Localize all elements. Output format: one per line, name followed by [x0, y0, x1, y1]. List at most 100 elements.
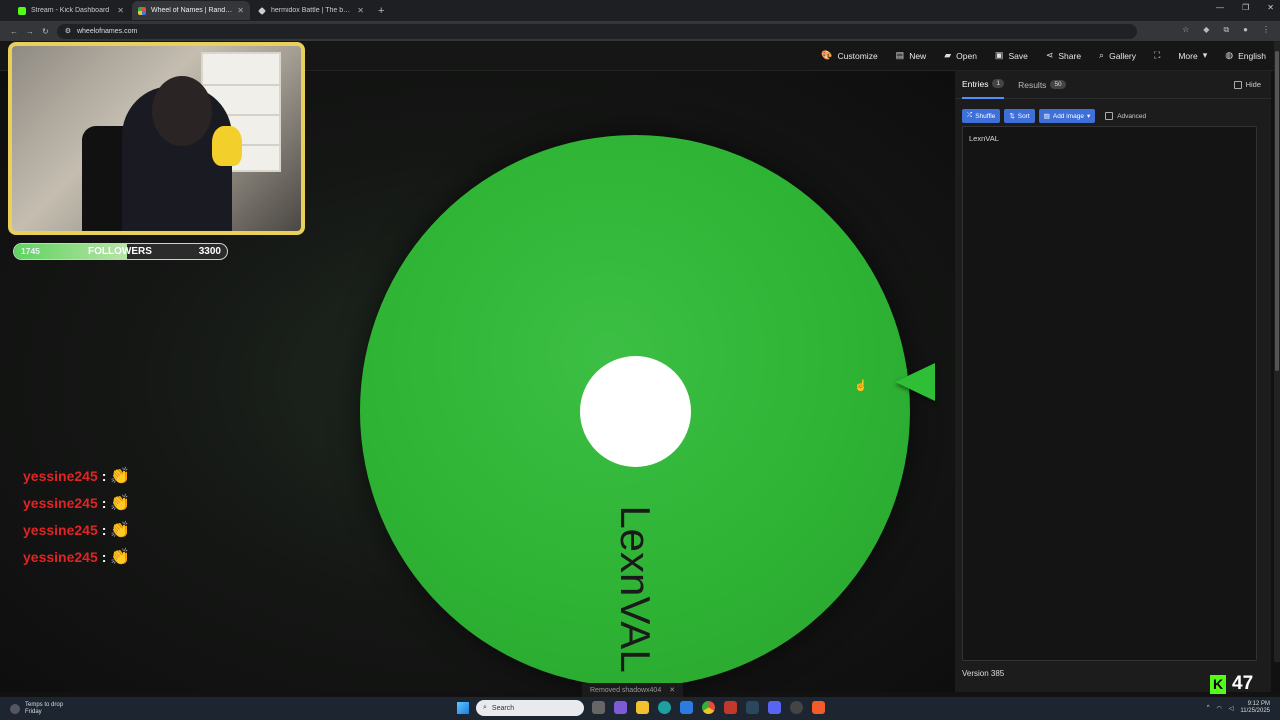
discord-icon[interactable] [768, 701, 781, 714]
new-label: New [909, 50, 927, 61]
chrome-icon[interactable] [702, 701, 715, 714]
wheel-center-hub[interactable] [580, 356, 691, 467]
mail-icon[interactable] [680, 701, 693, 714]
new-file-icon: ▤ [895, 50, 905, 60]
task-view-icon[interactable] [592, 701, 605, 714]
followers-goal-bar: 1745 FOLLOWERS 3300 [13, 243, 228, 260]
diamond-favicon-icon [258, 6, 266, 15]
open-button[interactable]: ▰ Open [944, 50, 977, 61]
customize-button[interactable]: 🎨 Customize [821, 50, 877, 61]
menu-dots-icon[interactable]: ⋮ [1262, 25, 1270, 35]
close-icon[interactable]: ✕ [669, 686, 675, 694]
chevron-down-icon: ▾ [1086, 113, 1091, 120]
sort-button[interactable]: ⇅ Sort [1004, 109, 1035, 123]
edge-icon[interactable] [658, 701, 671, 714]
sort-icon: ⇅ [1009, 113, 1015, 120]
url-field[interactable]: ⚙ wheelofnames.com [56, 23, 1137, 39]
tab-entries-label: Entries [962, 78, 989, 89]
entries-count-badge: 1 [992, 79, 1005, 88]
browser-tab-kick[interactable]: Stream - Kick Dashboard ✕ [12, 1, 130, 20]
wheel-favicon-icon [138, 6, 146, 15]
new-button[interactable]: ▤ New [896, 50, 927, 61]
chat-username: yessine245 [23, 548, 98, 565]
bookmark-star-icon[interactable]: ☆ [1182, 25, 1189, 35]
gallery-label: Gallery [1109, 50, 1137, 61]
advanced-label: Advanced [1117, 112, 1147, 120]
globe-icon: ◍ [1225, 50, 1234, 60]
advanced-checkbox[interactable] [1105, 112, 1114, 120]
minimize-icon[interactable]: — [1216, 3, 1224, 12]
volume-icon[interactable]: ◁ [1229, 705, 1234, 712]
app-purple-icon[interactable] [614, 701, 627, 714]
chat-message: yessine245: 👏 [23, 462, 130, 489]
kick-favicon-icon [18, 6, 26, 15]
hide-label: Hide [1245, 80, 1261, 89]
results-count-badge: 50 [1050, 80, 1066, 89]
back-icon[interactable]: ← [10, 27, 18, 36]
close-window-icon[interactable]: ✕ [1267, 3, 1274, 12]
advanced-toggle[interactable]: Advanced [1105, 112, 1146, 120]
share-button[interactable]: ⋖ Share [1046, 50, 1081, 61]
weather-widget[interactable]: Temps to drop Friday [10, 702, 63, 716]
close-icon[interactable]: ✕ [117, 6, 124, 15]
site-info-icon[interactable]: ⚙ [65, 27, 71, 35]
steam-icon[interactable] [746, 701, 759, 714]
tab-entries[interactable]: Entries 1 [962, 71, 1005, 99]
gallery-button[interactable]: ⌕ Gallery [1099, 50, 1136, 61]
viewer-count-overlay: K 47 [1210, 673, 1253, 695]
chat-separator: : [101, 467, 107, 484]
brave-icon[interactable] [812, 701, 825, 714]
plush-toy-image [212, 126, 242, 166]
more-button[interactable]: More ▾ [1178, 50, 1207, 61]
app-red-icon[interactable] [724, 701, 737, 714]
wifi-icon[interactable]: ◠ [1217, 705, 1222, 712]
language-button[interactable]: ◍ English [1225, 50, 1266, 61]
removed-toast: Removed shadowx404 ✕ [582, 683, 684, 697]
chat-message: yessine245: 👏 [23, 543, 130, 570]
streamer-head-image [152, 76, 212, 146]
fullscreen-button[interactable]: ⛶ [1154, 50, 1160, 61]
weather-line2: Friday [25, 708, 42, 715]
extension-icon[interactable]: ◆ [1203, 25, 1209, 35]
clapping-hands-emote-icon: 👏 [110, 521, 131, 539]
hide-toggle[interactable]: Hide [1233, 80, 1261, 89]
page-scrollbar[interactable] [1274, 41, 1280, 662]
shuffle-label: Shuffle [975, 112, 996, 120]
new-tab-button[interactable]: + [378, 5, 384, 17]
add-image-button[interactable]: ▨ Add image ▾ [1038, 109, 1096, 123]
close-icon[interactable]: ✕ [357, 6, 364, 15]
version-label: Version 385 [962, 669, 1005, 678]
spin-wheel[interactable]: LexnVAL [360, 135, 910, 687]
tab-results[interactable]: Results 50 [1018, 71, 1066, 99]
obs-icon[interactable] [790, 701, 803, 714]
chevron-down-icon: ▾ [1202, 50, 1208, 60]
windows-start-icon[interactable] [457, 702, 469, 714]
chat-overlay: yessine245: 👏 yessine245: 👏 yessine245: 👏 y… [23, 462, 130, 570]
chevron-up-icon[interactable]: ^ [1207, 705, 1210, 711]
taskbar-search[interactable]: ⌕ Search [476, 700, 584, 716]
forward-icon[interactable]: → [26, 27, 34, 36]
browser-tab-hermidox[interactable]: hermidox Battle | The best Chr ✕ [252, 1, 370, 20]
folder-icon: ▰ [944, 50, 952, 60]
language-label: English [1238, 50, 1266, 61]
scrollbar-thumb[interactable] [1275, 51, 1279, 371]
shuffle-button[interactable]: ⤮ Shuffle [962, 109, 1001, 123]
browser-tab-wheel[interactable]: Wheel of Names | Random nam ✕ [132, 1, 250, 20]
nav-buttons: ← → ↻ [10, 27, 49, 36]
tab-title: Stream - Kick Dashboard [31, 7, 110, 14]
chat-separator: : [101, 494, 107, 511]
clock[interactable]: 9:12 PM 11/25/2025 [1240, 701, 1270, 715]
hide-checkbox[interactable] [1233, 80, 1242, 89]
maximize-icon[interactable]: ❐ [1242, 3, 1249, 12]
close-icon[interactable]: ✕ [237, 6, 244, 15]
kick-logo-icon: K [1210, 674, 1226, 694]
add-image-label: Add image [1052, 112, 1084, 120]
file-explorer-icon[interactable] [636, 701, 649, 714]
entries-textarea[interactable]: LexnVAL [962, 126, 1257, 661]
save-label: Save [1008, 50, 1028, 61]
extensions-puzzle-icon[interactable]: ⧉ [1223, 25, 1229, 35]
address-bar-row: ← → ↻ ⚙ wheelofnames.com ☆ ◆ ⧉ ● ⋮ [0, 21, 1280, 41]
profile-icon[interactable]: ● [1243, 25, 1248, 35]
reload-icon[interactable]: ↻ [42, 27, 49, 36]
save-button[interactable]: ▣ Save [995, 50, 1028, 61]
